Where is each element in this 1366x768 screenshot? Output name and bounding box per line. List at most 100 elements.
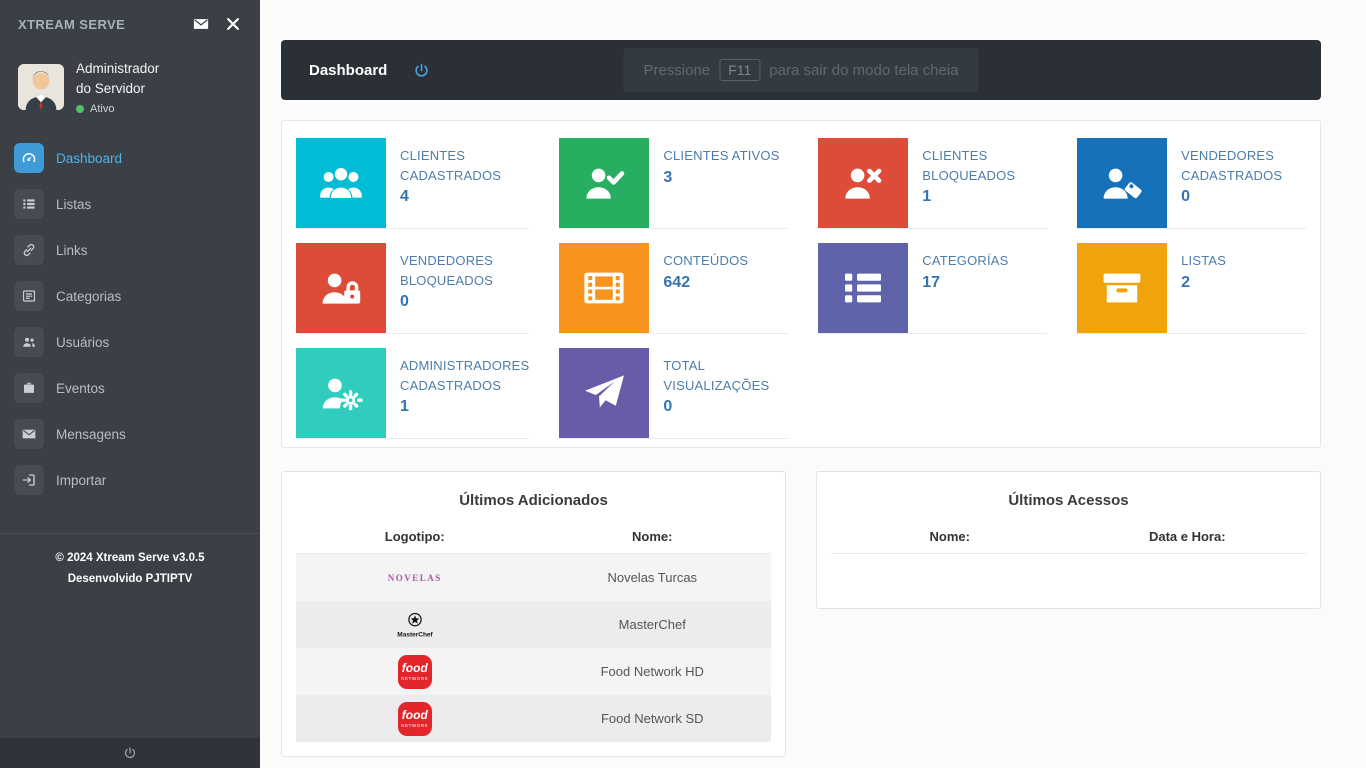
stat-label: VENDEDORES BLOQUEADOS [400, 251, 529, 290]
sidebar-nav: Dashboard Listas Links Categorias Usuári… [0, 135, 260, 503]
recent-access-rows [831, 554, 1306, 594]
envelope-icon [14, 419, 44, 449]
sidebar-item-dashboard[interactable]: Dashboard [0, 135, 260, 181]
recent-access-panel: Últimos Acessos Nome: Data e Hora: [816, 471, 1321, 609]
stat-label: CATEGORÍAS [922, 251, 1008, 271]
stat-label: CONTEÚDOS [663, 251, 748, 271]
power-icon[interactable] [123, 746, 137, 760]
table-row: foodnetwork Food Network HD [296, 648, 771, 695]
sidebar-item-label: Importar [56, 473, 106, 488]
stat-label: VENDEDORES CADASTRADOS [1181, 146, 1306, 185]
stat-tile-total-visualizacoes: TOTAL VISUALIZAÇÕES 0 [559, 348, 788, 439]
stat-label: CLIENTES BLOQUEADOS [922, 146, 1047, 185]
page-title: Dashboard [309, 62, 387, 79]
name-cell: Food Network SD [534, 711, 772, 726]
sidebar-header: XTREAM SERVE [0, 0, 260, 45]
stat-label: TOTAL VISUALIZAÇÕES [663, 356, 788, 395]
recent-access-title: Últimos Acessos [831, 492, 1306, 509]
copyright-text: © 2024 Xtream Serve v3.0.5 [8, 548, 252, 569]
users-icon [14, 327, 44, 357]
sidebar-item-links[interactable]: Links [0, 227, 260, 273]
stat-value: 1 [922, 188, 1047, 206]
user-profile: Administrador do Servidor Ativo [0, 45, 260, 135]
name-cell: MasterChef [534, 617, 772, 632]
users-group-icon [296, 138, 386, 228]
list-icon [14, 189, 44, 219]
stat-label: CLIENTES ATIVOS [663, 146, 779, 166]
topbar: Dashboard Pressione F11 para sair do mod… [281, 40, 1321, 100]
food-network-logo: foodnetwork [398, 702, 432, 736]
sidebar-item-categorias[interactable]: Categorias [0, 273, 260, 319]
stat-tile-vendedores-cadastrados: VENDEDORES CADASTRADOS 0 [1077, 138, 1306, 229]
stat-tile-conteudos: CONTEÚDOS 642 [559, 243, 788, 334]
sidebar-item-label: Mensagens [56, 427, 126, 442]
brand-title: XTREAM SERVE [18, 17, 125, 32]
logo-cell: foodnetwork [296, 702, 534, 736]
logo-cell: NOVELAS [296, 573, 534, 583]
table-row: foodnetwork Food Network SD [296, 695, 771, 742]
import-icon [14, 465, 44, 495]
stat-label: LISTAS [1181, 251, 1226, 271]
stat-value: 2 [1181, 274, 1226, 292]
stat-tile-clientes-cadastrados: CLIENTES CADASTRADOS 4 [296, 138, 529, 229]
user-name: Administrador do Servidor [76, 59, 159, 98]
user-gear-icon [296, 348, 386, 438]
recent-added-title: Últimos Adicionados [296, 492, 771, 509]
sidebar-item-label: Dashboard [56, 151, 122, 166]
link-icon [14, 235, 44, 265]
logo-cell: foodnetwork [296, 655, 534, 689]
novelas-turcas-logo: NOVELAS [388, 573, 442, 583]
stat-tile-categorias: CATEGORÍAS 17 [818, 243, 1047, 334]
stat-label: CLIENTES CADASTRADOS [400, 146, 529, 185]
sidebar-footer: © 2024 Xtream Serve v3.0.5 Desenvolvido … [0, 533, 260, 603]
col-data-hora: Data e Hora: [1069, 529, 1307, 544]
stat-tile-administradores-cadastrados: ADMINISTRADORES CADASTRADOS 1 [296, 348, 529, 439]
stat-tile-vendedores-bloqueados: VENDEDORES BLOQUEADOS 0 [296, 243, 529, 334]
stat-value: 4 [400, 188, 529, 206]
stats-grid: CLIENTES CADASTRADOS 4 CLIENTES ATIVOS 3… [296, 138, 1306, 439]
mail-icon[interactable] [192, 15, 210, 33]
paper-plane-icon [559, 348, 649, 438]
list-big-icon [818, 243, 908, 333]
sidebar-item-mensagens[interactable]: Mensagens [0, 411, 260, 457]
stat-value: 3 [663, 169, 779, 187]
stat-value: 642 [663, 274, 748, 292]
col-logotipo: Logotipo: [296, 529, 534, 544]
sidebar-item-label: Listas [56, 197, 91, 212]
logo-cell: MasterChef [296, 611, 534, 639]
close-sidebar-icon[interactable] [224, 15, 242, 33]
sidebar-item-label: Eventos [56, 381, 105, 396]
sidebar-power-bar[interactable] [0, 738, 260, 768]
recent-added-panel: Últimos Adicionados Logotipo: Nome: NOVE… [281, 471, 786, 757]
box-icon [1077, 243, 1167, 333]
table-header: Logotipo: Nome: [296, 529, 771, 554]
f11-key: F11 [719, 59, 760, 81]
fullscreen-toast: Pressione F11 para sair do modo tela che… [623, 48, 978, 92]
sidebar-item-usuarios[interactable]: Usuários [0, 319, 260, 365]
stats-panel: CLIENTES CADASTRADOS 4 CLIENTES ATIVOS 3… [281, 120, 1321, 448]
stat-value: 0 [1181, 188, 1306, 206]
food-network-logo: foodnetwork [398, 655, 432, 689]
sidebar-item-label: Usuários [56, 335, 109, 350]
user-x-icon [818, 138, 908, 228]
table-header: Nome: Data e Hora: [831, 529, 1306, 554]
sidebar-item-listas[interactable]: Listas [0, 181, 260, 227]
col-nome: Nome: [831, 529, 1069, 544]
sidebar: XTREAM SERVE Administrador do S [0, 0, 260, 768]
col-nome: Nome: [534, 529, 772, 544]
status-badge: Ativo [76, 103, 159, 115]
logout-power-icon[interactable] [413, 62, 430, 79]
user-tag-icon [1077, 138, 1167, 228]
developer-text: Desenvolvido PJTIPTV [8, 569, 252, 590]
table-row: MasterChef MasterChef [296, 601, 771, 648]
stat-value: 17 [922, 274, 1008, 292]
recent-added-rows: NOVELAS Novelas Turcas MasterChef Master… [296, 554, 771, 742]
user-check-icon [559, 138, 649, 228]
sidebar-item-eventos[interactable]: Eventos [0, 365, 260, 411]
sidebar-item-importar[interactable]: Importar [0, 457, 260, 503]
film-icon [559, 243, 649, 333]
stat-value: 0 [663, 398, 788, 416]
name-cell: Food Network HD [534, 664, 772, 679]
sidebar-item-label: Categorias [56, 289, 121, 304]
briefcase-icon [14, 373, 44, 403]
